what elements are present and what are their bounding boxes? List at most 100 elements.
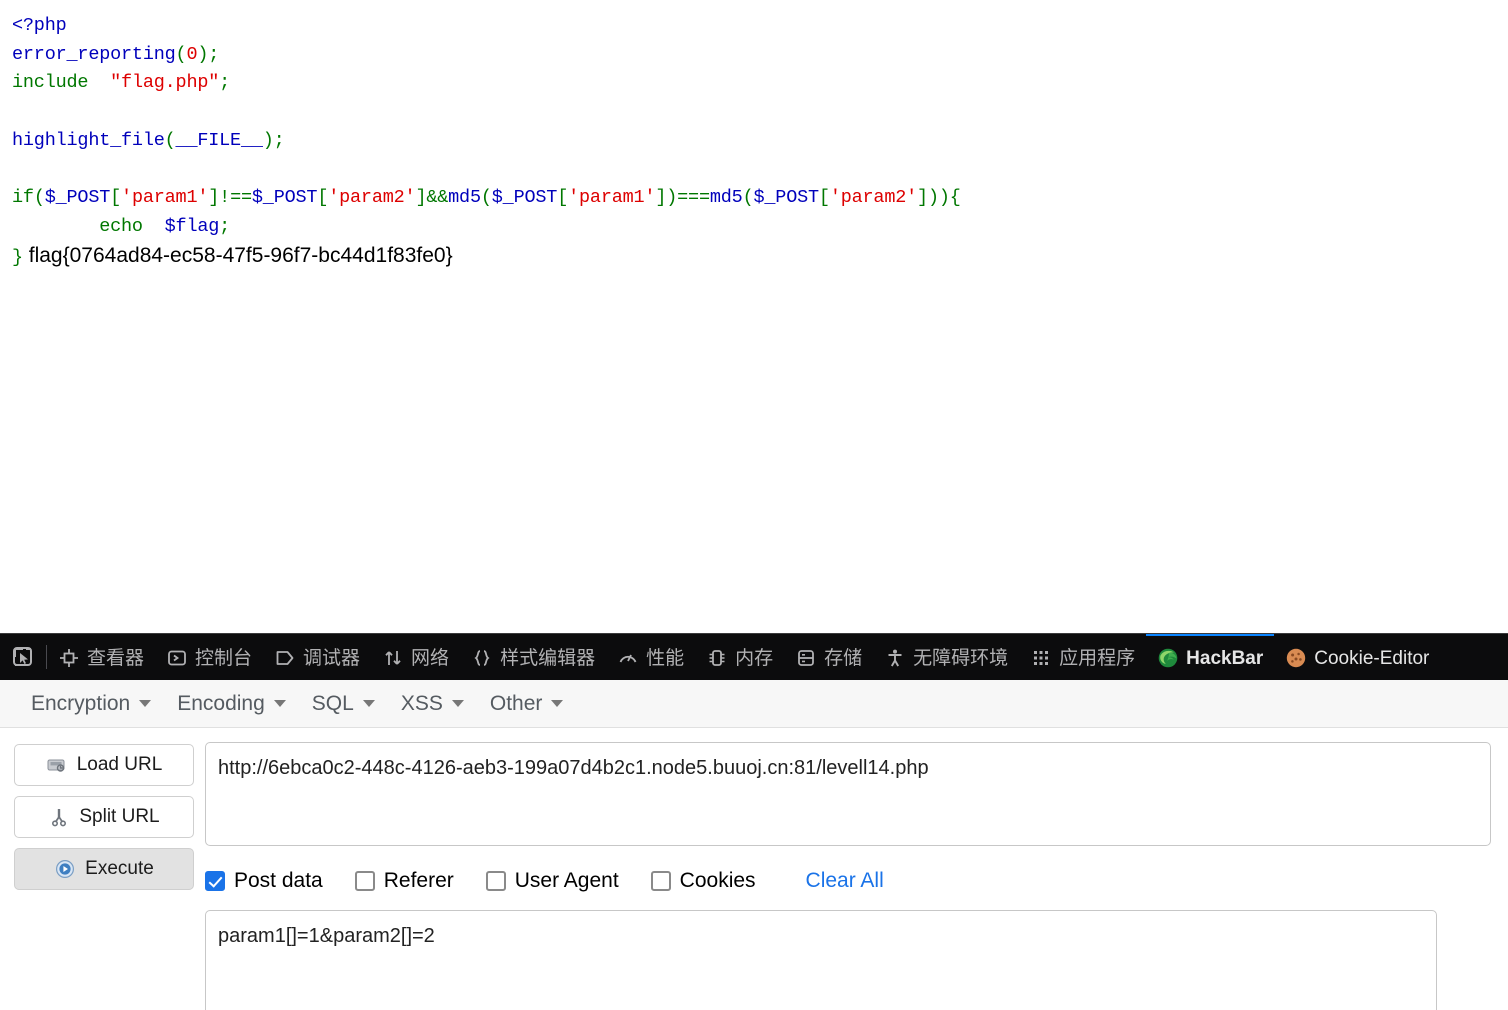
menu-encryption[interactable]: Encryption (18, 688, 164, 720)
devtools-tab-label: Cookie-Editor (1314, 647, 1430, 669)
code-token: $_POST (753, 187, 819, 209)
devtools-tab-label: 应用程序 (1059, 647, 1136, 669)
code-token: "flag.php" (110, 72, 220, 94)
devtools-tab-debugger[interactable]: 调试器 (263, 634, 371, 680)
menu-xss[interactable]: XSS (388, 688, 477, 720)
checkbox-label: Post data (234, 869, 323, 892)
checkbox-user-agent[interactable]: User Agent (485, 869, 619, 893)
menu-label: Encoding (177, 691, 265, 715)
menu-label: Other (489, 691, 543, 715)
checkbox-box[interactable] (205, 871, 225, 891)
checkbox-box[interactable] (354, 871, 375, 891)
devtools-tab-memory[interactable]: 内存 (695, 634, 784, 680)
code-token: ; (219, 72, 231, 94)
code-token: ] (655, 187, 667, 209)
scissors-icon (52, 809, 67, 827)
menu-label: SQL (311, 691, 354, 715)
menu-sql[interactable]: SQL (299, 688, 388, 720)
hackbar-icon (1157, 647, 1179, 669)
application-icon (1030, 647, 1052, 669)
chevron-down-icon (362, 700, 375, 707)
flag-output: flag{0764ad84-ec58-47f5-96f7-bc44d1f83fe… (22, 243, 453, 267)
code-token: ) (197, 43, 209, 65)
code-token: md5 (448, 187, 481, 209)
devtools-tab-label: 控制台 (195, 647, 253, 669)
code-token: ) (262, 129, 274, 151)
checkbox-box[interactable] (485, 871, 506, 891)
code-token: 'param1' (121, 187, 209, 209)
devtools-tab-label: 调试器 (303, 647, 361, 669)
code-token: ] (208, 187, 220, 209)
devtools-tab-application[interactable]: 应用程序 (1019, 634, 1146, 680)
devtools-tab-performance[interactable]: 性能 (606, 634, 695, 680)
code-token: include (12, 72, 89, 94)
devtools-tab-label: 网络 (411, 647, 450, 669)
storage-icon (795, 647, 817, 669)
code-token: { (949, 187, 961, 209)
chevron-down-icon (551, 700, 564, 707)
button-label: Load URL (76, 754, 163, 775)
php-source-code: <?php error_reporting(0); include "flag.… (0, 0, 1508, 272)
checkbox-referer[interactable]: Referer (354, 869, 454, 893)
checkbox-box[interactable] (650, 871, 671, 891)
devtools-tab-label: 性能 (646, 647, 685, 669)
disk-drive-icon (47, 759, 65, 772)
devtools-tab-style-editor[interactable]: 样式编辑器 (460, 634, 606, 680)
devtools-tab-label: 存储 (824, 647, 863, 669)
code-token: )) (927, 187, 950, 209)
code-token: ( (33, 187, 45, 209)
code-token: md5 (709, 187, 743, 209)
devtools-tab-storage[interactable]: 存储 (784, 634, 873, 680)
devtools-tab-label: 样式编辑器 (500, 647, 596, 669)
code-token: ] (917, 187, 928, 209)
devtools-tab-label: 内存 (735, 647, 774, 669)
code-token: echo (99, 215, 143, 237)
hackbar-fields: Post data Referer User Agent Cookies Cle… (194, 742, 1494, 1010)
memory-icon (706, 647, 728, 669)
performance-icon (617, 647, 639, 669)
code-token: 0 (186, 43, 198, 65)
code-token: [ (110, 187, 122, 209)
devtools-tab-network[interactable]: 网络 (371, 634, 460, 680)
code-token: $_POST (44, 187, 111, 209)
split-url-button[interactable]: Split URL (14, 796, 194, 838)
devtools-tab-label: HackBar (1186, 647, 1264, 669)
devtools-tab-console[interactable]: 控制台 (155, 634, 263, 680)
devtools-tab-cookie-editor[interactable]: Cookie-Editor (1274, 634, 1440, 680)
menu-encoding[interactable]: Encoding (164, 688, 299, 720)
checkbox-post-data[interactable]: Post data (205, 869, 323, 893)
code-token: [ (557, 187, 569, 209)
devtools-tab-inspector[interactable]: 查看器 (47, 634, 155, 680)
clear-all-link[interactable]: Clear All (806, 869, 884, 893)
button-label: Split URL (79, 806, 160, 827)
code-token: ; (208, 43, 220, 65)
devtools-tab-hackbar[interactable]: HackBar (1146, 634, 1275, 680)
checkbox-label: Referer (383, 869, 454, 892)
menu-label: XSS (400, 691, 443, 715)
code-token: } (12, 246, 23, 268)
post-data-input[interactable] (205, 910, 1437, 1010)
code-token: $flag (164, 215, 220, 237)
element-picker-button[interactable] (0, 634, 46, 680)
devtools-toolbar: 查看器 控制台 调试器 网络 样式编辑器 性能 内存 存储 无障碍环境 应用程序… (0, 633, 1508, 680)
devtools-tab-accessibility[interactable]: 无障碍环境 (873, 634, 1019, 680)
execute-button[interactable]: Execute (14, 848, 194, 890)
menu-other[interactable]: Other (477, 688, 577, 720)
url-input[interactable] (205, 742, 1491, 846)
request-options-row: Post data Referer User Agent Cookies Cle… (205, 866, 1494, 896)
devtools-tab-label: 查看器 (87, 647, 145, 669)
checkbox-label: Cookies (679, 869, 756, 892)
code-token: && (426, 187, 449, 209)
checkbox-label: User Agent (514, 869, 619, 892)
hackbar-panel: Encryption Encoding SQL XSS Other Load U… (0, 680, 1508, 1010)
load-url-button[interactable]: Load URL (14, 744, 194, 786)
code-token: $_POST (491, 187, 558, 209)
code-token: ( (480, 187, 492, 209)
code-token: $_POST (251, 187, 318, 209)
code-token: <?php (12, 15, 67, 36)
checkbox-cookies[interactable]: Cookies (650, 869, 756, 893)
code-token: 'param1' (568, 187, 656, 209)
code-token: ( (164, 129, 176, 151)
cookie-icon (1285, 647, 1307, 669)
